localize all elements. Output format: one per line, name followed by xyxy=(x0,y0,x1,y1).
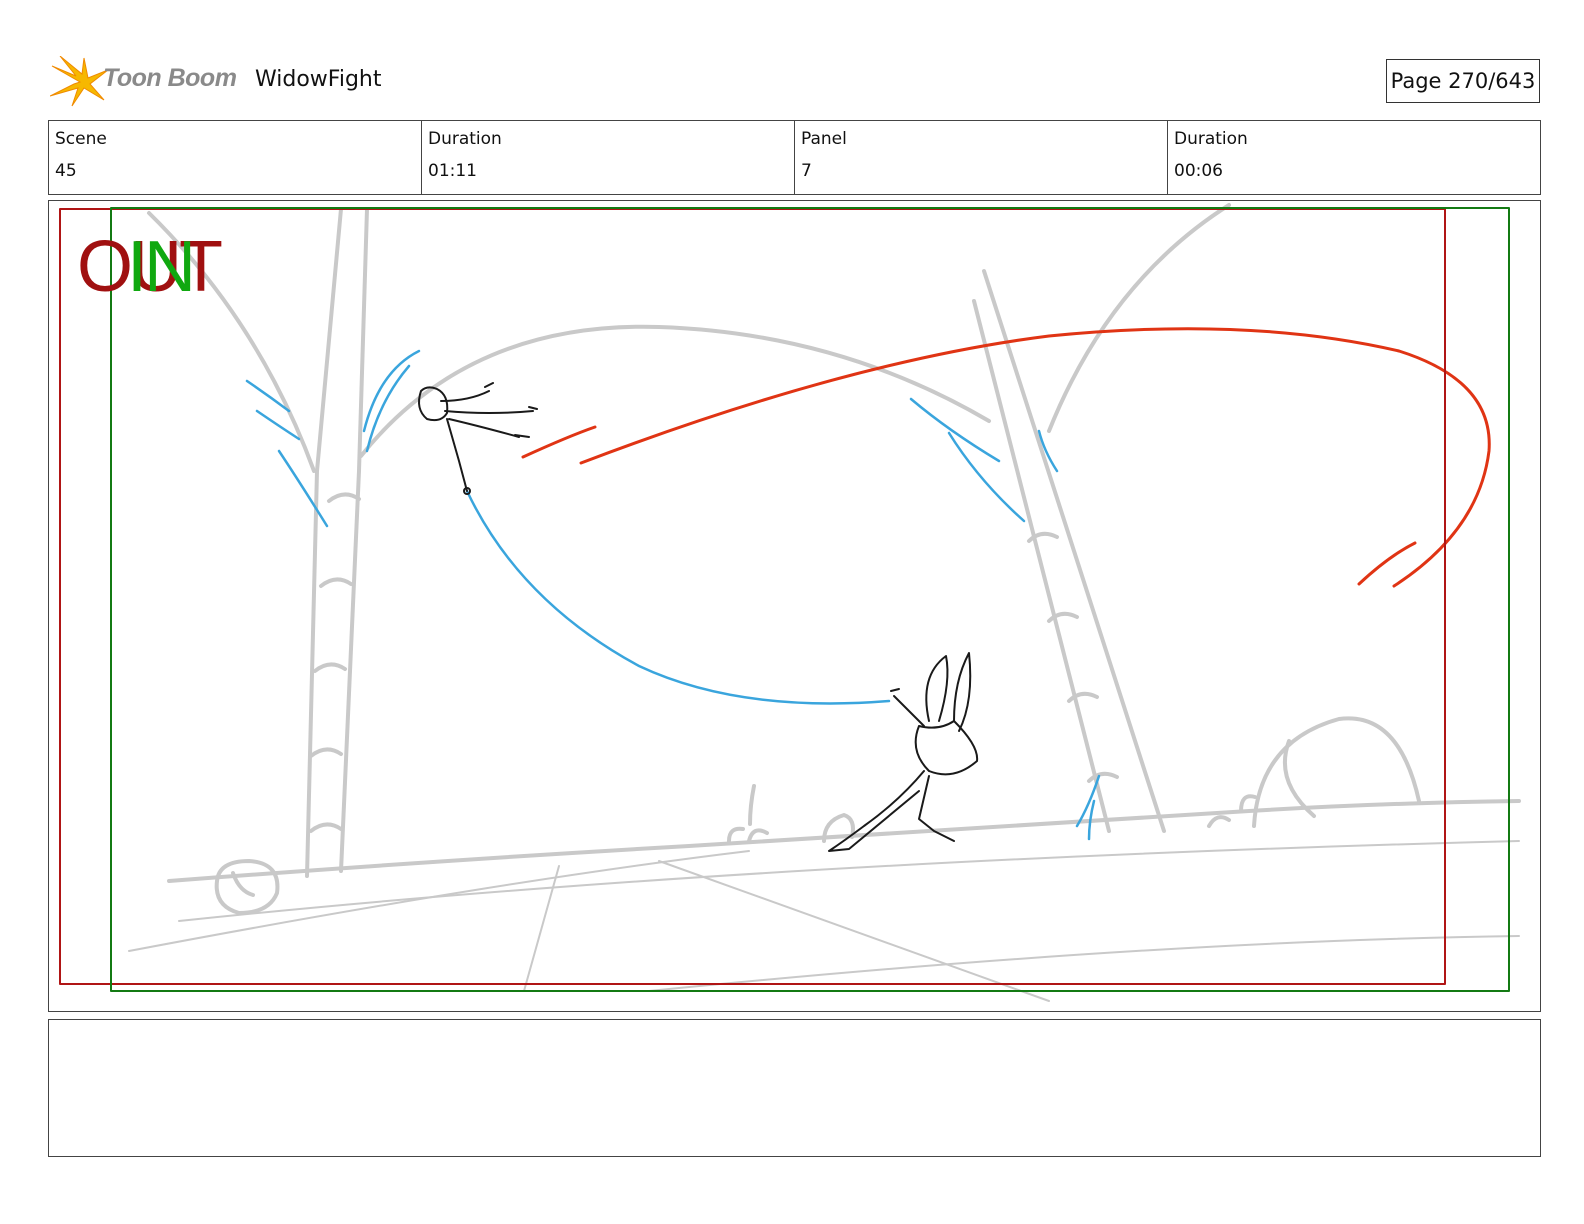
panel-sketch xyxy=(59,203,1521,1002)
scene-label: Scene xyxy=(55,129,107,149)
panel-notes[interactable] xyxy=(48,1019,1541,1157)
starburst-icon xyxy=(49,55,109,107)
panel-value: 7 xyxy=(801,161,812,181)
in-label: IN xyxy=(127,227,196,307)
scene-cell: Scene 45 xyxy=(49,121,421,194)
scene-duration-value: 01:11 xyxy=(428,161,477,181)
in-frame xyxy=(110,207,1510,992)
scene-value: 45 xyxy=(55,161,77,181)
panel-cell: Panel 7 xyxy=(794,121,1167,194)
scene-duration-cell: Duration 01:11 xyxy=(421,121,794,194)
panel-duration-value: 00:06 xyxy=(1174,161,1223,181)
scene-duration-label: Duration xyxy=(428,129,502,149)
logo-text: Toon Boom xyxy=(103,64,237,92)
panel-duration-cell: Duration 00:06 xyxy=(1167,121,1540,194)
project-title: WidowFight xyxy=(255,67,382,92)
panel-duration-label: Duration xyxy=(1174,129,1248,149)
storyboard-panel: OUT IN xyxy=(48,200,1541,1012)
background-sketch xyxy=(128,203,1521,1002)
scene-info-table: Scene 45 Duration 01:11 Panel 7 Duration… xyxy=(48,120,1541,195)
panel-label: Panel xyxy=(801,129,847,149)
character-sketch xyxy=(418,382,979,852)
action-arc xyxy=(521,327,1491,588)
page-indicator: Page 270/643 xyxy=(1386,59,1540,103)
